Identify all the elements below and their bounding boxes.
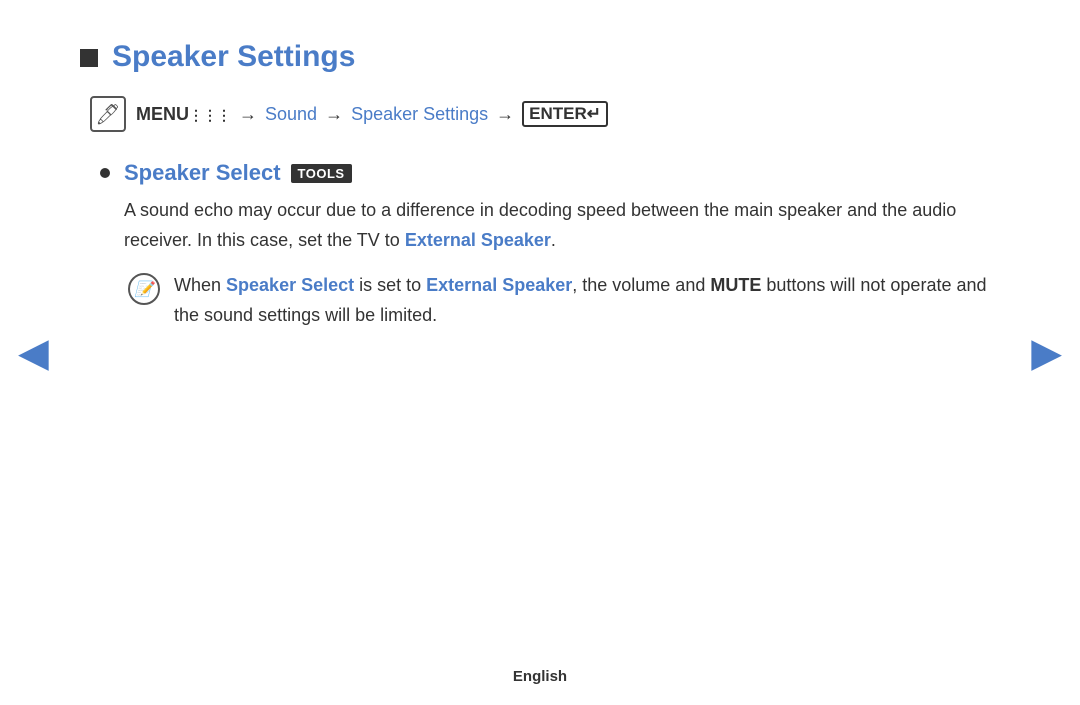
breadcrumb-speaker-settings: Speaker Settings <box>351 104 488 125</box>
enter-label: ENTER↵ <box>522 101 608 127</box>
note-icon: 📝 <box>128 273 160 305</box>
section-list: Speaker Select TOOLS A sound echo may oc… <box>100 160 1000 331</box>
note-mid: is set to <box>354 275 426 295</box>
section-item-content: Speaker Select TOOLS A sound echo may oc… <box>124 160 1000 331</box>
bullet-dot-icon <box>100 168 110 178</box>
note-row: 📝 When Speaker Select is set to External… <box>128 271 1000 330</box>
footer-language: English <box>513 668 567 685</box>
menu-icon: 🖊 <box>90 96 126 132</box>
external-speaker-note-link: External Speaker <box>426 275 572 295</box>
arrow-3: → <box>496 104 514 125</box>
menu-label: MENU⋮⋮⋮ <box>136 104 231 125</box>
tools-badge: TOOLS <box>291 164 352 183</box>
note-prefix: When <box>174 275 226 295</box>
section-heading: Speaker Select TOOLS <box>124 160 1000 186</box>
arrow-1: → <box>239 104 257 125</box>
note-text: When Speaker Select is set to External S… <box>174 271 1000 330</box>
speaker-select-heading: Speaker Select <box>124 160 281 186</box>
nav-right-button[interactable]: ▶ <box>1031 330 1062 376</box>
arrow-2: → <box>325 104 343 125</box>
speaker-select-section: Speaker Select TOOLS A sound echo may oc… <box>100 160 1000 331</box>
page-title: Speaker Settings <box>112 40 355 74</box>
speaker-select-note-link: Speaker Select <box>226 275 354 295</box>
description-paragraph: A sound echo may occur due to a differen… <box>124 196 1000 255</box>
note-suffix: , the volume and <box>572 275 710 295</box>
external-speaker-link-1: External Speaker <box>405 230 551 250</box>
breadcrumb: 🖊 MENU⋮⋮⋮ → Sound → Speaker Settings → E… <box>90 96 1000 132</box>
page-content: Speaker Settings 🖊 MENU⋮⋮⋮ → Sound → Spe… <box>0 0 1080 385</box>
nav-left-button[interactable]: ◀ <box>18 330 49 376</box>
title-row: Speaker Settings <box>80 40 1000 74</box>
mute-text: MUTE <box>710 275 761 295</box>
title-square-icon <box>80 49 98 67</box>
breadcrumb-sound: Sound <box>265 104 317 125</box>
description-text-end: . <box>551 230 556 250</box>
